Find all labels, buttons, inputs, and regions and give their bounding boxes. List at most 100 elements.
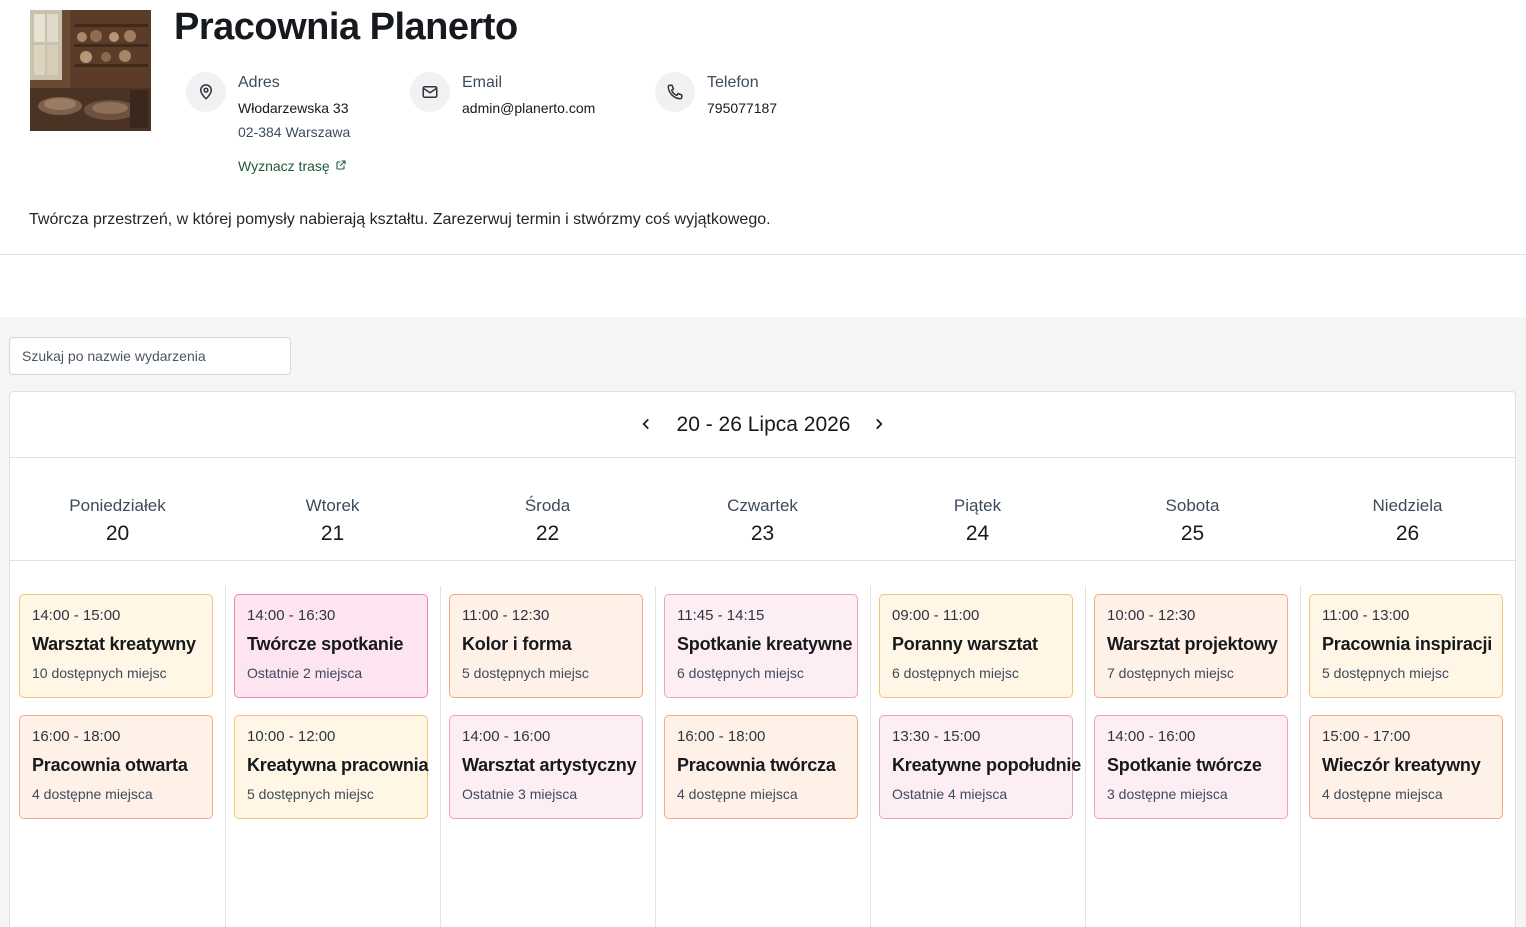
search-input[interactable]	[9, 337, 291, 375]
event-time: 14:00 - 16:00	[1107, 728, 1196, 745]
event-seats: 6 dostępnych miejsc	[677, 665, 804, 681]
phone-icon	[655, 72, 695, 112]
address-line1: Włodarzewska 33	[238, 100, 349, 116]
day-headers: Poniedziałek 20 Wtorek 21 Środa 22 Czwartek 23 P…	[10, 458, 1515, 561]
event-title: Spotkanie kreatywne	[677, 634, 853, 654]
event-card[interactable]: 11:00 - 12:30 Kolor i forma 5 dostępnych m…	[449, 594, 643, 698]
event-title: Poranny warsztat	[892, 634, 1038, 654]
column-divider	[1085, 586, 1086, 927]
calendar-section: 20 - 26 Lipca 2026 Poniedziałek 20 Wtorek 2…	[0, 317, 1526, 927]
event-seats: 3 dostępne miejsca	[1107, 786, 1228, 802]
studio-description: Twórcza przestrzeń, w której pomysły nab…	[29, 211, 771, 228]
event-card[interactable]: 10:00 - 12:00 Kreatywna pracownia 5 dostęp…	[234, 715, 428, 819]
event-title: Wieczór kreatywny	[1322, 755, 1481, 775]
event-title: Warsztat artystyczny	[462, 755, 637, 775]
day-name: Czwartek	[727, 496, 798, 515]
email-value[interactable]: admin@planerto.com	[462, 100, 595, 116]
week-navigation: 20 - 26 Lipca 2026	[10, 392, 1515, 458]
event-title: Pracownia twórcza	[677, 755, 836, 775]
event-time: 09:00 - 11:00	[892, 607, 980, 624]
event-card[interactable]: 14:00 - 16:00 Spotkanie twórcze 3 dostępne…	[1094, 715, 1288, 819]
event-time: 14:00 - 16:30	[247, 607, 336, 624]
day-name: Niedziela	[1372, 496, 1443, 515]
event-title: Pracownia otwarta	[32, 755, 188, 775]
day-number: 26	[1395, 522, 1420, 545]
week-range-label: 20 - 26 Lipca 2026	[676, 413, 851, 436]
event-seats: 6 dostępnych miejsc	[892, 665, 1019, 681]
event-time: 11:00 - 13:00	[1322, 607, 1410, 624]
event-card[interactable]: 11:00 - 13:00 Pracownia inspiracji 5 dostę…	[1309, 594, 1503, 698]
event-time: 14:00 - 15:00	[32, 607, 121, 624]
event-card[interactable]: 16:00 - 18:00 Pracownia otwarta 4 dostępne…	[19, 715, 213, 819]
event-title: Kreatywne popołudnie	[892, 755, 1082, 775]
event-card[interactable]: 16:00 - 18:00 Pracownia twórcza 4 dostępne…	[664, 715, 858, 819]
event-seats: Ostatnie 4 miejsca	[892, 786, 1008, 802]
address-label: Adres	[238, 74, 280, 91]
studio-header: Pracownia Planerto Adres Włodarzewska 33…	[0, 0, 1526, 255]
event-seats: 4 dostępne miejsca	[32, 786, 153, 802]
event-seats: Ostatnie 3 miejsca	[462, 786, 578, 802]
event-time: 11:00 - 12:30	[462, 607, 550, 624]
event-card[interactable]: 15:00 - 17:00 Wieczór kreatywny 4 dostępne…	[1309, 715, 1503, 819]
route-link-label: Wyznacz trasę	[238, 158, 330, 174]
event-title: Pracownia inspiracji	[1322, 634, 1493, 654]
studio-title: Pracownia Planerto	[174, 6, 518, 48]
column-divider	[655, 586, 656, 927]
event-card[interactable]: 10:00 - 12:30 Warsztat projektowy 7 dostęp…	[1094, 594, 1288, 698]
day-number: 23	[750, 522, 775, 545]
week-calendar: 20 - 26 Lipca 2026 Poniedziałek 20 Wtorek 2…	[9, 391, 1516, 927]
column-divider	[1300, 586, 1301, 927]
day-number: 25	[1180, 522, 1205, 545]
prev-week-button[interactable]	[634, 412, 658, 436]
event-time: 14:00 - 16:00	[462, 728, 551, 745]
event-seats: 4 dostępne miejsca	[1322, 786, 1443, 802]
event-time: 10:00 - 12:30	[1107, 607, 1196, 624]
external-link-icon	[335, 158, 347, 174]
event-title: Spotkanie twórcze	[1107, 755, 1262, 775]
event-card[interactable]: 14:00 - 15:00 Warsztat kreatywny 10 dostęp…	[19, 594, 213, 698]
day-name: Wtorek	[305, 496, 360, 515]
day-number: 20	[105, 522, 130, 545]
event-seats: 5 dostępnych miejsc	[247, 786, 374, 802]
event-card[interactable]: 11:45 - 14:15 Spotkanie kreatywne 6 dostęp…	[664, 594, 858, 698]
event-card[interactable]: 13:30 - 15:00 Kreatywne popołudnie Ostatni…	[879, 715, 1082, 819]
event-time: 10:00 - 12:00	[247, 728, 336, 745]
route-link[interactable]: Wyznacz trasę	[238, 158, 347, 174]
chevron-right-icon	[876, 419, 883, 429]
event-title: Warsztat projektowy	[1107, 634, 1278, 654]
column-divider	[440, 586, 441, 927]
day-name: Środa	[524, 496, 571, 515]
event-time: 11:45 - 14:15	[677, 607, 765, 624]
address-line2: 02-384 Warszawa	[238, 124, 351, 140]
day-name: Piątek	[953, 496, 1002, 515]
chevron-left-icon	[642, 419, 649, 429]
event-seats: Ostatnie 2 miejsca	[247, 665, 363, 681]
column-divider	[225, 586, 226, 927]
day-number: 21	[320, 522, 345, 545]
next-week-button[interactable]	[867, 412, 891, 436]
event-title: Kolor i forma	[462, 634, 572, 654]
event-card[interactable]: 14:00 - 16:00 Warsztat artystyczny Ostatni…	[449, 715, 643, 819]
event-card[interactable]: 14:00 - 16:30 Twórcze spotkanie Ostatnie 2…	[234, 594, 428, 698]
event-seats: 10 dostępnych miejsc	[32, 665, 167, 681]
day-number: 24	[965, 522, 990, 545]
event-time: 16:00 - 18:00	[677, 728, 766, 745]
event-seats: 5 dostępnych miejsc	[462, 665, 589, 681]
event-seats: 5 dostępnych miejsc	[1322, 665, 1449, 681]
email-label: Email	[462, 74, 503, 91]
day-number: 22	[535, 522, 560, 545]
event-seats: 4 dostępne miejsca	[677, 786, 798, 802]
phone-label: Telefon	[707, 74, 759, 91]
event-card[interactable]: 09:00 - 11:00 Poranny warsztat 6 dostępnyc…	[879, 594, 1073, 698]
day-name: Sobota	[1165, 496, 1220, 515]
phone-value[interactable]: 795077187	[707, 100, 777, 116]
mail-icon	[410, 72, 450, 112]
column-divider	[870, 586, 871, 927]
event-title: Twórcze spotkanie	[247, 634, 404, 654]
event-title: Warsztat kreatywny	[32, 634, 196, 654]
day-name: Poniedziałek	[69, 496, 166, 515]
studio-photo	[30, 10, 151, 131]
map-pin-icon	[186, 72, 226, 112]
event-seats: 7 dostępnych miejsc	[1107, 665, 1234, 681]
event-title: Kreatywna pracownia	[247, 755, 429, 775]
